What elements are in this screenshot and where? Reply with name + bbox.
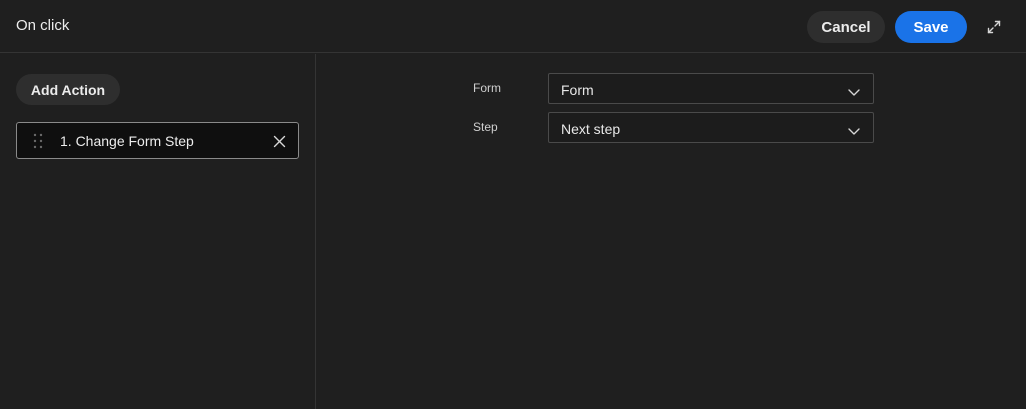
add-action-button[interactable]: Add Action (16, 74, 120, 105)
page-title: On click (16, 17, 70, 34)
header-bar: On click Cancel Save (0, 0, 1026, 53)
cancel-button[interactable]: Cancel (807, 11, 885, 43)
action-item[interactable]: 1. Change Form Step (16, 122, 299, 159)
action-item-label: 1. Change Form Step (60, 133, 194, 149)
step-select[interactable]: Next step (548, 112, 874, 143)
drag-handle-icon[interactable] (33, 133, 43, 149)
save-button[interactable]: Save (895, 11, 967, 43)
form-field-label: Form (473, 81, 501, 95)
chevron-down-icon (847, 84, 861, 96)
expand-icon[interactable] (985, 18, 1003, 36)
form-select-value: Form (561, 82, 594, 98)
step-select-value: Next step (561, 121, 621, 137)
chevron-down-icon (847, 123, 861, 135)
actions-panel: Add Action 1. Change Form Step (0, 54, 316, 409)
close-icon[interactable] (273, 135, 286, 148)
form-select[interactable]: Form (548, 73, 874, 104)
step-field-label: Step (473, 120, 498, 134)
